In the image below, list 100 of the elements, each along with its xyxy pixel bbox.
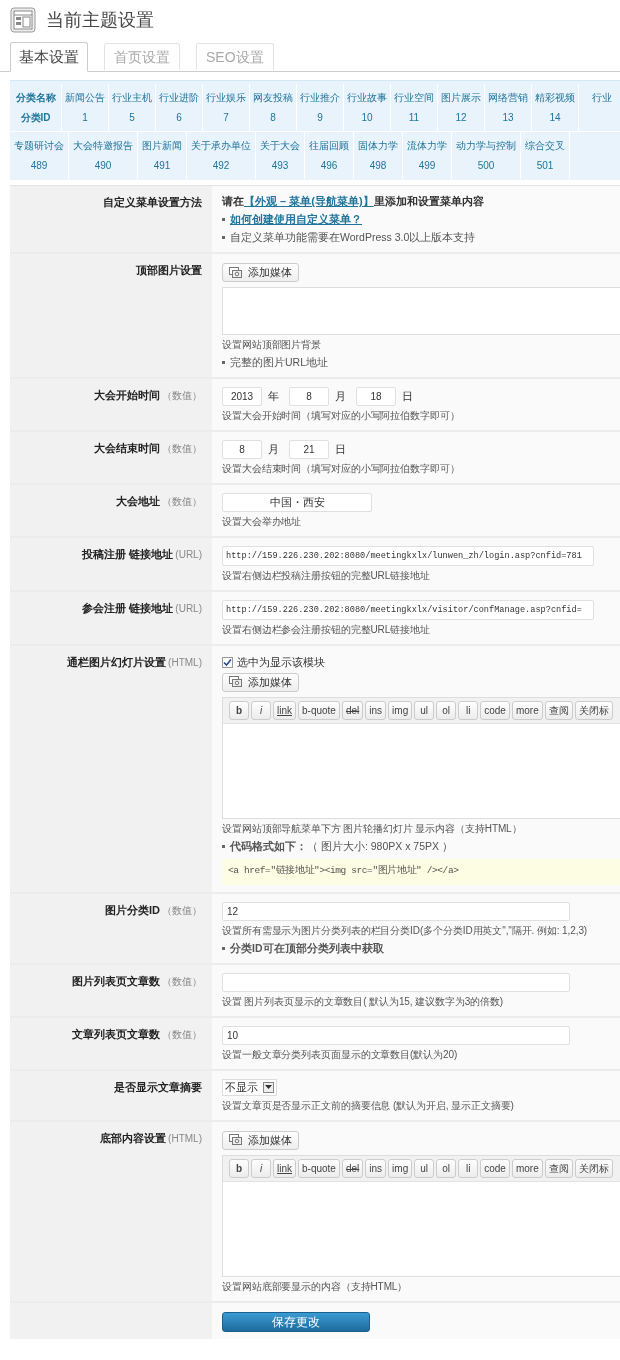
editor-button[interactable]: link bbox=[273, 1158, 296, 1178]
label-note: (URL) bbox=[175, 548, 202, 562]
editor-button[interactable]: link bbox=[273, 700, 296, 720]
media-icon bbox=[229, 266, 243, 279]
editor-button[interactable]: 查阅 bbox=[544, 700, 573, 720]
editor-button[interactable]: more bbox=[511, 700, 543, 720]
editor-button[interactable]: more bbox=[511, 1158, 543, 1178]
textarea-field[interactable] bbox=[222, 287, 620, 335]
number-field[interactable]: 8 bbox=[222, 440, 262, 459]
help-text: 设置右侧边栏参会注册按钮的完整URL链接地址 bbox=[222, 623, 431, 637]
editor-button[interactable]: li bbox=[458, 700, 479, 720]
category-name: 行业推介 bbox=[300, 91, 340, 105]
editor-button[interactable]: ins bbox=[365, 700, 387, 720]
url-field[interactable]: http://159.226.230.202:8080/meetingkxlx/visitor/confManage.asp?cnfid= bbox=[222, 600, 594, 620]
editor-button[interactable]: img bbox=[388, 700, 413, 720]
url-field[interactable]: http://159.226.230.202:8080/meetingkxlx/lunwen_zh/login.asp?cnfid=781 bbox=[222, 546, 594, 566]
setting-label: 参会注册 链接地址 bbox=[82, 601, 174, 616]
editor-button[interactable]: i bbox=[251, 1158, 271, 1178]
bullet-icon bbox=[222, 361, 225, 364]
setting-label: 大会开始时间 bbox=[94, 388, 160, 403]
label-note: （数值） bbox=[162, 389, 202, 403]
instruction-text: 请在【外观 – 菜单(导航菜单)】里添加和设置菜单内容 bbox=[222, 194, 485, 209]
label-note: (URL) bbox=[175, 602, 202, 616]
category-id: 496 bbox=[320, 159, 338, 173]
number-field[interactable]: 2013 bbox=[222, 387, 262, 406]
label-note: (HTML) bbox=[168, 1131, 202, 1146]
editor-button[interactable]: img bbox=[388, 1158, 413, 1178]
category-name: 关于大会 bbox=[260, 139, 300, 153]
number-field[interactable]: 21 bbox=[289, 440, 329, 459]
help-text: 分类ID可在顶部分类列表中获取 bbox=[230, 940, 384, 956]
media-icon bbox=[229, 1134, 243, 1146]
editor-button[interactable]: b-quote bbox=[298, 1158, 340, 1178]
setting-label: 图片列表页文章数 bbox=[72, 973, 160, 989]
editor-button[interactable]: b bbox=[229, 700, 249, 720]
unit-label: 月 bbox=[335, 389, 346, 405]
dropdown-icon bbox=[263, 1081, 274, 1093]
help-text: 设置大会举办地址 bbox=[222, 515, 303, 529]
text-field[interactable]: 12 bbox=[222, 901, 570, 921]
editor-button[interactable]: ins bbox=[365, 1158, 387, 1178]
label-note: （数值） bbox=[162, 974, 202, 989]
editor-button[interactable]: 查阅 bbox=[544, 1158, 573, 1178]
editor-button[interactable]: li bbox=[458, 1158, 479, 1178]
editor-button[interactable]: b-quote bbox=[298, 700, 340, 720]
editor-button[interactable]: del bbox=[341, 1158, 364, 1178]
editor-button[interactable]: code bbox=[480, 1158, 510, 1178]
editor-button[interactable]: code bbox=[480, 700, 510, 720]
category-name: 精彩视频 bbox=[535, 91, 575, 105]
help-text: 设置大会结束时间（填写对应的小写阿拉伯数字即可） bbox=[222, 462, 461, 476]
label-note: （数值） bbox=[162, 903, 202, 918]
help-text: 设置所有需显示为图片分类列表的栏目分类ID(多个分类ID用英文","隔开. 例如: 1,2,3) bbox=[222, 923, 589, 938]
menu-link[interactable]: 【外观 – 菜单(导航菜单)】 bbox=[244, 195, 374, 207]
summary-select[interactable]: 不显示 bbox=[222, 1078, 277, 1096]
category-id: 14 bbox=[549, 111, 561, 125]
add-media-button[interactable]: 添加媒体 bbox=[222, 672, 299, 692]
label-note: （数值） bbox=[162, 1027, 202, 1042]
add-media-button[interactable]: 添加媒体 bbox=[222, 1130, 299, 1150]
number-field[interactable]: 8 bbox=[289, 387, 329, 406]
add-media-button[interactable]: 添加媒体 bbox=[222, 263, 299, 282]
text-field[interactable] bbox=[222, 972, 570, 992]
unit-label: 日 bbox=[402, 389, 413, 405]
category-name: 综合交叉 bbox=[525, 139, 565, 153]
editor-button[interactable]: ol bbox=[436, 1158, 457, 1178]
number-field[interactable]: 18 bbox=[356, 387, 396, 406]
category-id: 10 bbox=[361, 111, 373, 125]
unit-label: 日 bbox=[335, 442, 346, 458]
save-button[interactable]: 保存更改 bbox=[222, 1311, 370, 1332]
editor-button[interactable]: 关闭标 bbox=[574, 1158, 613, 1178]
bullet-icon bbox=[222, 844, 225, 848]
page-title: 当前主题设置 bbox=[46, 8, 154, 32]
help-text: 设置一般文章分类列表页面显示的文章数目(默认为20) bbox=[222, 1047, 459, 1062]
editor-button[interactable]: ol bbox=[436, 700, 457, 720]
help-text: 代码格式如下：（ 图片大小: 980PX x 75PX ） bbox=[230, 838, 453, 854]
category-id: 492 bbox=[212, 159, 230, 173]
editor-button[interactable]: ul bbox=[414, 700, 435, 720]
tab[interactable]: 基本设置 bbox=[10, 42, 88, 72]
editor-button[interactable]: i bbox=[251, 700, 271, 720]
category-id: 9 bbox=[317, 111, 323, 125]
editor-button[interactable]: del bbox=[341, 700, 364, 720]
checkbox[interactable] bbox=[222, 656, 233, 668]
help-text: 设置大会开始时间（填写对应的小写阿拉伯数字即可） bbox=[222, 409, 461, 423]
setting-label: 自定义菜单设置方法 bbox=[103, 195, 202, 210]
category-id: 13 bbox=[502, 111, 514, 125]
create-menu-link[interactable]: 如何创建使用自定义菜单？ bbox=[230, 212, 362, 227]
address-field[interactable]: 中国・西安 bbox=[222, 493, 372, 512]
category-id: 1 bbox=[82, 111, 88, 125]
unit-label: 月 bbox=[268, 442, 279, 458]
category-id: 5 bbox=[129, 111, 135, 125]
category-name: 行业空间 bbox=[394, 91, 434, 105]
editor-button[interactable]: ul bbox=[414, 1158, 435, 1178]
editor-button[interactable]: b bbox=[229, 1158, 249, 1178]
text-field[interactable]: 10 bbox=[222, 1025, 570, 1045]
category-id: 500 bbox=[477, 159, 495, 173]
setting-label: 大会结束时间 bbox=[94, 441, 160, 456]
category-name: 行业娱乐 bbox=[206, 91, 246, 105]
category-id: 499 bbox=[418, 159, 436, 173]
category-id: 493 bbox=[271, 159, 289, 173]
category-id: 501 bbox=[536, 159, 554, 173]
help-text: 自定义菜单功能需要在WordPress 3.0以上版本支持 bbox=[230, 230, 476, 245]
bullet-icon bbox=[222, 946, 225, 950]
editor-button[interactable]: 关闭标 bbox=[574, 700, 613, 720]
